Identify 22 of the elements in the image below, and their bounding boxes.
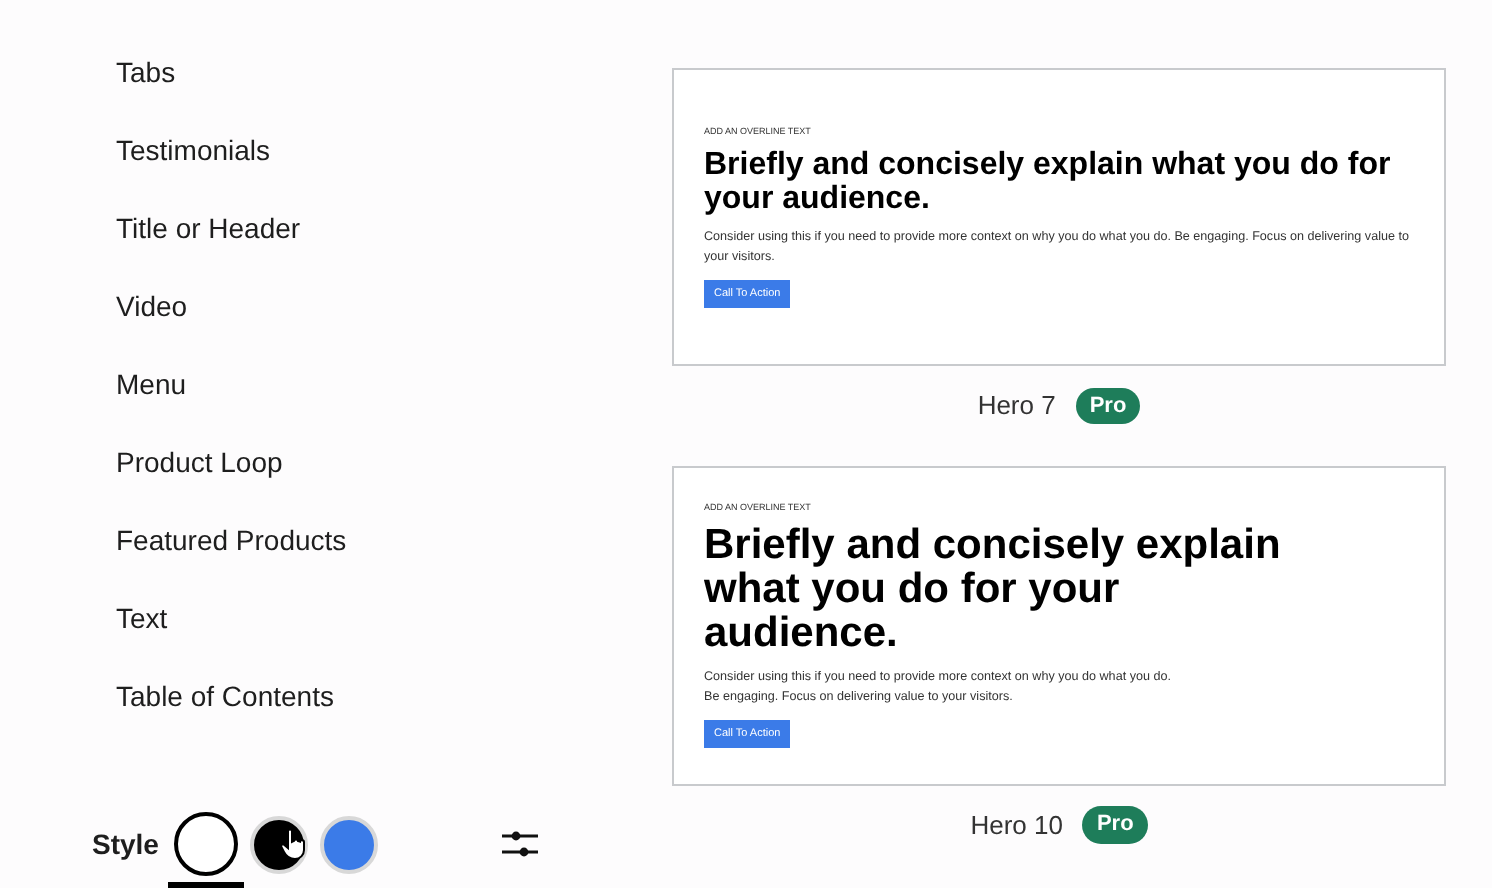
hero-heading: Briefly and concisely explain what you do for your audience. [704, 524, 1283, 657]
sidebar-item[interactable]: Testimonials [116, 130, 271, 172]
hero-heading: Briefly and concisely explain what you do for your audience. [704, 148, 1393, 217]
template-name: Hero 10 [970, 807, 1063, 843]
pro-badge: Pro [1082, 806, 1148, 843]
sidebar-item[interactable]: Text [116, 598, 168, 640]
selected-indicator [168, 882, 245, 888]
sidebar-item[interactable]: Tabs [116, 52, 176, 94]
color-swatch[interactable] [174, 812, 239, 876]
pro-badge: Pro [1075, 387, 1141, 424]
sidebar-item[interactable]: Video [116, 286, 188, 328]
sidebar-item[interactable]: Menu [116, 364, 187, 406]
sidebar-item[interactable]: Product Loop [116, 442, 283, 484]
sidebar-item[interactable]: Featured Products [116, 520, 347, 562]
style-label: Style [92, 825, 159, 864]
sidebar-item[interactable]: Title or Header [116, 208, 301, 250]
hand-cursor-icon [280, 827, 309, 859]
sliders-icon[interactable] [502, 830, 539, 858]
template-name: Hero 7 [977, 388, 1056, 424]
sidebar-item[interactable]: Table of Contents [116, 676, 334, 718]
template-preview[interactable] [672, 68, 1446, 366]
template-preview[interactable] [672, 465, 1446, 785]
